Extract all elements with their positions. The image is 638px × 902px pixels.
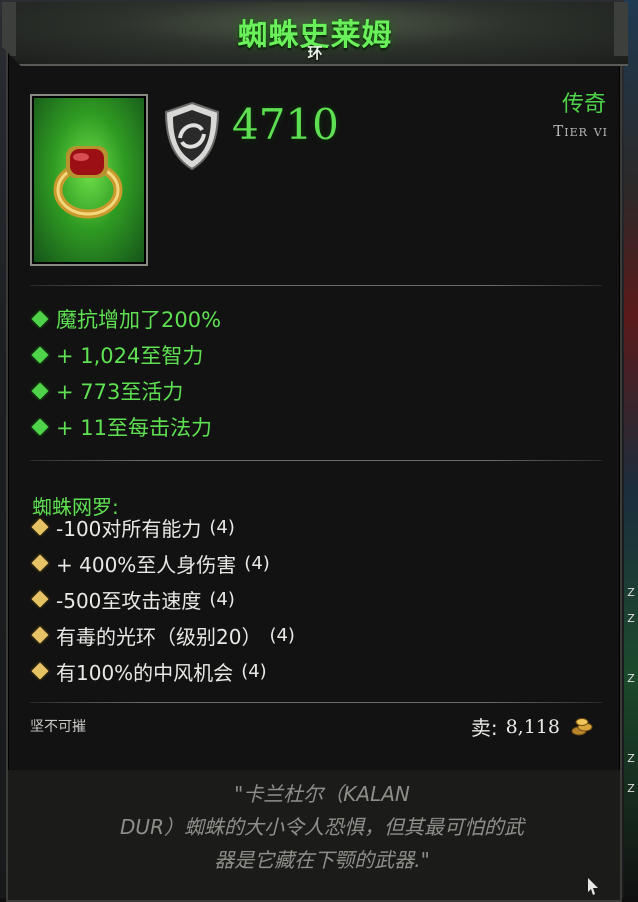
- stat-text: 魔抗增加了200%: [56, 308, 222, 332]
- stat-text: + 1,024至智力: [56, 344, 204, 368]
- divider: [30, 460, 602, 461]
- hud-mark: Z: [627, 586, 635, 599]
- flavor-line: 器是它藏在下颚的武器.": [214, 848, 430, 872]
- background-game-hud: Z Z Z Z Z: [624, 0, 638, 898]
- hud-mark: Z: [627, 612, 635, 625]
- stat-line: + 1,024至智力: [30, 340, 203, 370]
- set-bonus-line: + 400%至人身伤害 (4): [30, 548, 270, 578]
- stat-line: + 773至活力: [30, 376, 183, 406]
- sell-value: 8,118: [505, 715, 560, 738]
- set-bonus-count: (4): [244, 552, 270, 574]
- cursor-icon: [588, 878, 598, 895]
- divider: [30, 285, 602, 286]
- sell-label: 卖:: [470, 716, 498, 740]
- flavor-line: DUR）蜘蛛的大小令人恐惧，但其最可怕的武: [120, 815, 524, 839]
- set-bonus-text: -500至攻击速度: [56, 588, 202, 613]
- diamond-bullet-icon: [31, 626, 49, 644]
- diamond-bullet-icon: [31, 518, 49, 536]
- set-bonus-line: -100对所有能力 (4): [30, 512, 235, 542]
- stat-line: 魔抗增加了200%: [30, 304, 221, 334]
- hud-mark: Z: [627, 752, 635, 765]
- stat-line: + 11至每击法力: [30, 412, 212, 442]
- set-bonus-count: (4): [209, 588, 235, 610]
- diamond-bullet-icon: [31, 590, 49, 608]
- set-bonus-text: 有毒的光环（级别20）: [56, 624, 262, 649]
- shield-icon: [164, 101, 220, 171]
- hud-mark: Z: [627, 782, 635, 795]
- diamond-bullet-icon: [31, 418, 49, 436]
- diamond-bullet-icon: [31, 554, 49, 572]
- set-bonus-text: 有100%的中风机会: [56, 660, 234, 685]
- durability-label: 坚不可摧: [30, 719, 86, 735]
- diamond-bullet-icon: [31, 662, 49, 680]
- stat-text: + 773至活力: [56, 380, 184, 404]
- set-bonus-count: (4): [241, 660, 267, 682]
- set-bonus-count: (4): [209, 516, 235, 538]
- sell-price: 卖: 8,118: [471, 712, 594, 741]
- stat-text: + 11至每击法力: [56, 416, 212, 440]
- divider: [30, 702, 602, 703]
- tooltip-header: 蜘蛛史莱姆 环: [2, 2, 628, 66]
- coins-icon: [571, 717, 593, 735]
- set-bonus-line: -500至攻击速度 (4): [30, 584, 235, 614]
- set-bonus-line: 有毒的光环（级别20） (4): [30, 620, 295, 650]
- flavor-text: "卡兰杜尔（KALAN DUR）蜘蛛的大小令人恐惧，但其最可怕的武 器是它藏在下…: [52, 778, 592, 877]
- item-type: 环: [307, 44, 323, 62]
- diamond-bullet-icon: [31, 310, 49, 328]
- item-tier: Tier vi: [553, 122, 608, 140]
- flavor-line: "卡兰杜尔（KALAN: [234, 782, 410, 806]
- ring-icon: [53, 146, 123, 219]
- diamond-bullet-icon: [31, 346, 49, 364]
- set-bonus-count: (4): [269, 624, 295, 646]
- set-bonus-text: + 400%至人身伤害: [56, 552, 237, 577]
- item-power: 4710: [232, 100, 339, 149]
- set-bonus-text: -100对所有能力: [56, 516, 202, 541]
- item-tooltip: 蜘蛛史莱姆 环 4710 传奇 Tier vi 魔抗增加了200% + 1,02…: [2, 2, 628, 902]
- set-bonus-line: 有100%的中风机会 (4): [30, 656, 267, 686]
- item-rarity: 传奇: [561, 92, 606, 117]
- hud-mark: Z: [627, 672, 635, 685]
- item-icon-frame: [30, 94, 148, 266]
- diamond-bullet-icon: [31, 382, 49, 400]
